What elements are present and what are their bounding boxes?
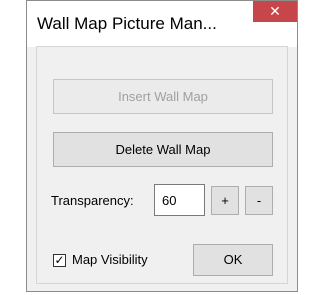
checkmark-icon: ✓ [54,253,65,267]
delete-wall-map-button[interactable]: Delete Wall Map [53,132,273,167]
ok-button[interactable]: OK [193,244,273,276]
transparency-label: Transparency: [51,193,134,208]
transparency-input[interactable] [154,184,205,216]
decrease-transparency-button[interactable]: - [245,186,273,215]
map-visibility-label[interactable]: Map Visibility [72,252,148,267]
close-button[interactable]: ✕ [253,1,297,22]
title-bar[interactable]: Wall Map Picture Man... ✕ [27,1,297,47]
map-visibility-checkbox[interactable]: ✓ [53,254,66,267]
dialog-window: Wall Map Picture Man... ✕ Insert Wall Ma… [26,0,298,292]
close-icon: ✕ [269,3,281,19]
insert-wall-map-button[interactable]: Insert Wall Map [53,79,273,114]
window-title: Wall Map Picture Man... [37,14,217,33]
options-group: Insert Wall Map Delete Wall Map Transpar… [36,46,288,284]
increase-transparency-button[interactable]: + [211,186,239,215]
